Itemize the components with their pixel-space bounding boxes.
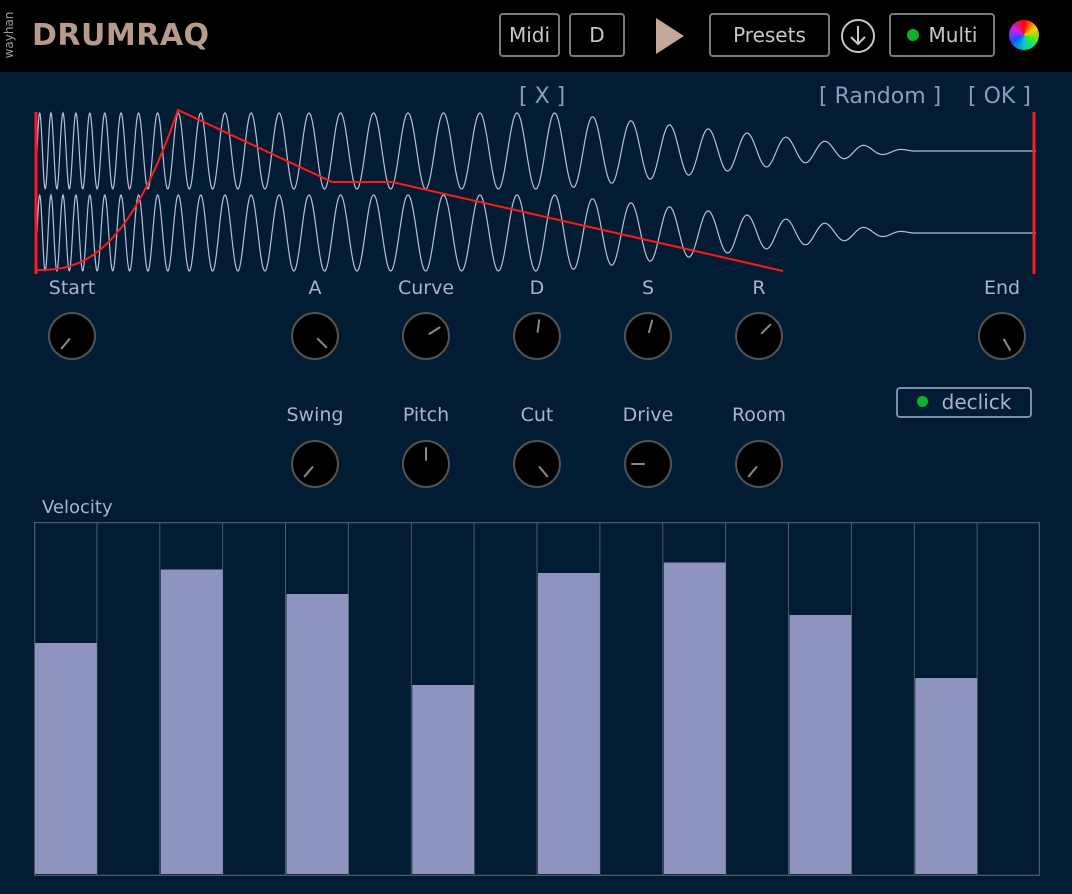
velocity-bar-7[interactable] xyxy=(789,615,852,874)
swing-knob[interactable] xyxy=(291,440,339,488)
curve-knob[interactable] xyxy=(402,312,450,360)
room-knob-label: Room xyxy=(731,404,787,426)
pitch-knob[interactable] xyxy=(402,440,450,488)
velocity-bar-5[interactable] xyxy=(538,573,600,874)
velocity-bar-4[interactable] xyxy=(412,685,475,874)
s-knob[interactable] xyxy=(624,312,672,360)
velocity-bar-1[interactable] xyxy=(35,643,97,874)
s-knob-label: S xyxy=(641,277,655,299)
end-knob-label: End xyxy=(983,277,1021,299)
velocity-title: Velocity xyxy=(42,497,113,518)
start-knob[interactable] xyxy=(48,312,96,360)
declick-led-icon xyxy=(916,396,928,407)
drive-knob-label: Drive xyxy=(622,404,674,426)
curve-knob-label: Curve xyxy=(397,277,455,299)
d-knob[interactable] xyxy=(513,312,561,360)
waveform-left-channel xyxy=(36,111,1036,191)
declick-toggle[interactable]: declick xyxy=(896,387,1032,418)
waveform-right-channel xyxy=(36,193,1036,273)
a-knob-label: A xyxy=(308,277,322,299)
envelope-curve[interactable] xyxy=(35,108,784,272)
velocity-bar-8[interactable] xyxy=(915,678,978,874)
d-knob-label: D xyxy=(529,277,545,299)
cut-knob[interactable] xyxy=(513,440,561,488)
velocity-bar-6[interactable] xyxy=(663,562,726,875)
declick-label: declick xyxy=(941,390,1012,414)
waveform-display[interactable] xyxy=(0,0,1072,280)
velocity-editor[interactable] xyxy=(34,522,1040,876)
drive-knob[interactable] xyxy=(624,440,672,488)
velocity-bar-2[interactable] xyxy=(160,569,223,875)
start-knob-label: Start xyxy=(48,277,96,299)
cut-knob-label: Cut xyxy=(520,404,554,426)
room-knob[interactable] xyxy=(735,440,783,488)
swing-knob-label: Swing xyxy=(286,404,344,426)
r-knob-label: R xyxy=(752,277,766,299)
r-knob[interactable] xyxy=(735,312,783,360)
end-knob[interactable] xyxy=(978,312,1026,360)
pitch-knob-label: Pitch xyxy=(402,404,450,426)
a-knob[interactable] xyxy=(291,312,339,360)
velocity-bar-3[interactable] xyxy=(286,594,349,874)
